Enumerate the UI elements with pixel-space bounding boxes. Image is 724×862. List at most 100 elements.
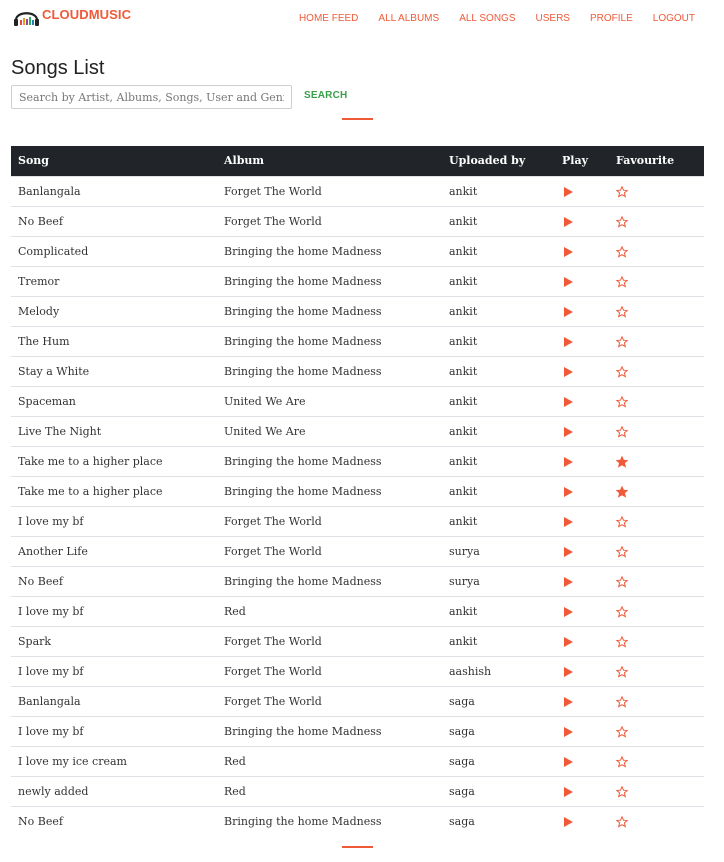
star-outline-icon[interactable] (615, 575, 629, 588)
nav-logout[interactable]: LOGOUT (653, 13, 695, 24)
star-filled-icon[interactable] (615, 485, 629, 498)
table-row[interactable]: No Beef Bringing the home Madness saga (11, 805, 704, 836)
brand[interactable]: CLOUDMUSIC (13, 7, 131, 27)
play-cell (555, 235, 609, 266)
album-name: Bringing the home Madness (217, 295, 442, 326)
play-icon[interactable] (562, 426, 574, 438)
play-icon[interactable] (562, 816, 574, 828)
search-input[interactable] (11, 85, 292, 109)
table-row[interactable]: I love my ice cream Red saga (11, 745, 704, 776)
star-outline-icon[interactable] (615, 365, 629, 378)
play-icon[interactable] (562, 576, 574, 588)
table-row[interactable]: Banlangala Forget The World saga (11, 685, 704, 716)
table-row[interactable]: Banlangala Forget The World ankit (11, 175, 704, 206)
album-name: Bringing the home Madness (217, 355, 442, 386)
star-outline-icon[interactable] (615, 245, 629, 258)
album-name: Bringing the home Madness (217, 235, 442, 266)
table-row[interactable]: Complicated Bringing the home Madness anki… (11, 235, 704, 266)
play-cell (555, 205, 609, 236)
play-icon[interactable] (562, 186, 574, 198)
table-row[interactable]: Another Life Forget The World surya (11, 535, 704, 566)
divider (342, 118, 373, 120)
table-row[interactable]: I love my bf Forget The World aashish (11, 655, 704, 686)
play-icon[interactable] (562, 216, 574, 228)
favourite-cell (609, 175, 704, 206)
song-title: Tremor (11, 265, 217, 296)
table-row[interactable]: Live The Night United We Are ankit (11, 415, 704, 446)
play-icon[interactable] (562, 756, 574, 768)
table-row[interactable]: Stay a White Bringing the home Madness ank… (11, 355, 704, 386)
play-icon[interactable] (562, 306, 574, 318)
song-title: Take me to a higher place (11, 445, 217, 476)
nav-links: HOME FEED ALL ALBUMS ALL SONGS USERS PRO… (299, 13, 695, 24)
play-icon[interactable] (562, 606, 574, 618)
album-name: Bringing the home Madness (217, 805, 442, 836)
favourite-cell (609, 775, 704, 806)
table-row[interactable]: I love my bf Forget The World ankit (11, 505, 704, 536)
favourite-cell (609, 475, 704, 506)
table-row[interactable]: Spaceman United We Are ankit (11, 385, 704, 416)
star-outline-icon[interactable] (615, 275, 629, 288)
song-title: The Hum (11, 325, 217, 356)
favourite-cell (609, 595, 704, 626)
table-row[interactable]: I love my bf Bringing the home Madness sag… (11, 715, 704, 746)
nav-profile[interactable]: PROFILE (590, 13, 633, 24)
play-icon[interactable] (562, 456, 574, 468)
play-icon[interactable] (562, 276, 574, 288)
play-icon[interactable] (562, 666, 574, 678)
table-row[interactable]: Take me to a higher place Bringing the ho… (11, 475, 704, 506)
nav-all-songs[interactable]: ALL SONGS (459, 13, 515, 24)
uploader-name: surya (442, 535, 555, 566)
star-outline-icon[interactable] (615, 515, 629, 528)
search-button[interactable]: SEARCH (304, 90, 347, 101)
nav-home-feed[interactable]: HOME FEED (299, 13, 358, 24)
table-row[interactable]: No Beef Bringing the home Madness surya (11, 565, 704, 596)
song-title: No Beef (11, 805, 217, 836)
table-row[interactable]: newly added Red saga (11, 775, 704, 806)
star-outline-icon[interactable] (615, 665, 629, 678)
play-icon[interactable] (562, 336, 574, 348)
play-icon[interactable] (562, 486, 574, 498)
star-outline-icon[interactable] (615, 545, 629, 558)
star-filled-icon[interactable] (615, 455, 629, 468)
play-icon[interactable] (562, 516, 574, 528)
album-name: Forget The World (217, 175, 442, 206)
play-icon[interactable] (562, 546, 574, 558)
star-outline-icon[interactable] (615, 395, 629, 408)
star-outline-icon[interactable] (615, 425, 629, 438)
star-outline-icon[interactable] (615, 695, 629, 708)
nav-users[interactable]: USERS (536, 13, 570, 24)
album-name: Bringing the home Madness (217, 475, 442, 506)
play-icon[interactable] (562, 396, 574, 408)
play-icon[interactable] (562, 786, 574, 798)
table-row[interactable]: Spark Forget The World ankit (11, 625, 704, 656)
table-row[interactable]: Melody Bringing the home Madness ankit (11, 295, 704, 326)
play-cell (555, 385, 609, 416)
star-outline-icon[interactable] (615, 605, 629, 618)
favourite-cell (609, 655, 704, 686)
table-row[interactable]: No Beef Forget The World ankit (11, 205, 704, 236)
nav-all-albums[interactable]: ALL ALBUMS (378, 13, 439, 24)
star-outline-icon[interactable] (615, 815, 629, 828)
table-row[interactable]: Tremor Bringing the home Madness ankit (11, 265, 704, 296)
table-row[interactable]: Take me to a higher place Bringing the ho… (11, 445, 704, 476)
star-outline-icon[interactable] (615, 185, 629, 198)
star-outline-icon[interactable] (615, 755, 629, 768)
star-outline-icon[interactable] (615, 725, 629, 738)
uploader-name: ankit (442, 445, 555, 476)
uploader-name: surya (442, 565, 555, 596)
table-row[interactable]: I love my bf Red ankit (11, 595, 704, 626)
star-outline-icon[interactable] (615, 335, 629, 348)
play-icon[interactable] (562, 726, 574, 738)
play-icon[interactable] (562, 696, 574, 708)
star-outline-icon[interactable] (615, 215, 629, 228)
song-title: Banlangala (11, 175, 217, 206)
star-outline-icon[interactable] (615, 635, 629, 648)
table-row[interactable]: The Hum Bringing the home Madness ankit (11, 325, 704, 356)
play-icon[interactable] (562, 246, 574, 258)
play-icon[interactable] (562, 636, 574, 648)
play-cell (555, 415, 609, 446)
star-outline-icon[interactable] (615, 785, 629, 798)
play-icon[interactable] (562, 366, 574, 378)
star-outline-icon[interactable] (615, 305, 629, 318)
